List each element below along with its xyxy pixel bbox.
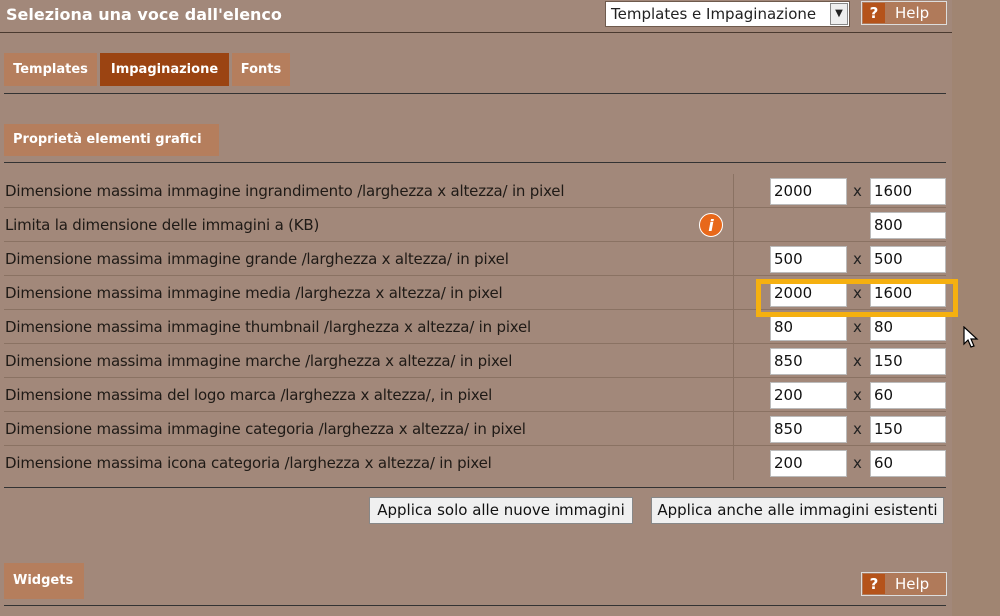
width-input[interactable]: 200 [770,382,847,409]
table-row: Dimensione massima immagine ingrandiment… [4,174,946,208]
help-icon: ? [863,3,885,23]
size-limit-input[interactable]: 800 [870,212,946,239]
row-label: Dimensione massima immagine marche /larg… [5,352,513,370]
height-input[interactable]: 150 [870,416,946,443]
help-label: Help [895,575,930,593]
help-button-bottom[interactable]: ? Help [861,572,947,596]
table-divider [4,487,946,488]
table-row: Dimensione massima immagine categoria /l… [4,412,946,446]
row-label: Dimensione massima immagine categoria /l… [5,420,526,438]
tab-fonts[interactable]: Fonts [232,53,290,86]
height-input[interactable]: 80 [870,314,946,341]
width-input[interactable]: 850 [770,416,847,443]
table-row: Dimensione massima immagine marche /larg… [4,344,946,378]
times-sign: x [853,250,862,268]
row-label: Dimensione massima del logo marca /largh… [5,386,493,404]
section-header-graphic-properties[interactable]: Proprietà elementi grafici [4,124,219,156]
mouse-cursor-icon [963,326,979,348]
width-input[interactable]: 500 [770,246,847,273]
section-header-widgets[interactable]: Widgets [4,563,84,599]
page-title: Seleziona una voce dall'elenco [6,5,282,24]
height-input[interactable]: 60 [870,450,946,477]
table-row: Dimensione massima immagine media /largh… [4,276,946,310]
height-input[interactable]: 60 [870,382,946,409]
height-input[interactable]: 1600 [870,178,946,205]
height-input[interactable]: 500 [870,246,946,273]
height-input[interactable]: 150 [870,348,946,375]
times-sign: x [853,352,862,370]
table-row: Dimensione massima immagine grande /larg… [4,242,946,276]
times-sign: x [853,420,862,438]
times-sign: x [853,318,862,336]
width-input[interactable]: 200 [770,450,847,477]
row-label: Dimensione massima immagine thumbnail /l… [5,318,532,336]
width-input[interactable]: 2000 [770,280,847,307]
chevron-down-icon[interactable]: ▼ [830,3,848,25]
row-label: Dimensione massima immagine ingrandiment… [5,182,565,200]
settings-panel: Seleziona una voce dall'elenco Templates… [0,0,958,616]
times-sign: x [853,454,862,472]
row-label: Dimensione massima icona categoria /larg… [5,454,492,472]
times-sign: x [853,386,862,404]
times-sign: x [853,182,862,200]
width-input[interactable]: 850 [770,348,847,375]
table-row: Dimensione massima del logo marca /largh… [4,378,946,412]
table-row: Dimensione massima icona categoria /larg… [4,446,946,480]
section-select[interactable]: Templates e Impaginazione ▼ [605,1,850,27]
height-input[interactable]: 1600 [870,280,946,307]
help-icon: ? [863,574,885,594]
tab-impaginazione[interactable]: Impaginazione [100,53,229,86]
times-sign: x [853,284,862,302]
help-button-top[interactable]: ? Help [861,1,947,25]
tab-templates[interactable]: Templates [4,53,97,86]
apply-new-images-button[interactable]: Applica solo alle nuove immagini [369,497,633,524]
section-divider [4,162,946,163]
table-row: Dimensione massima immagine thumbnail /l… [4,310,946,344]
header-divider [0,32,952,33]
width-input[interactable]: 80 [770,314,847,341]
info-icon[interactable]: i [699,213,723,237]
width-input[interactable]: 2000 [770,178,847,205]
table-row: Limita la dimensione delle immagini a (K… [4,208,946,242]
apply-all-images-button[interactable]: Applica anche alle immagini esistenti [651,497,944,524]
row-label: Dimensione massima immagine grande /larg… [5,250,509,268]
section-select-value: Templates e Impaginazione [611,5,817,23]
bottom-divider [4,605,946,606]
row-label: Dimensione massima immagine media /largh… [5,284,503,302]
help-label: Help [895,4,930,22]
tabs-divider [4,93,946,94]
row-label: Limita la dimensione delle immagini a (K… [5,216,320,234]
settings-table: Dimensione massima immagine ingrandiment… [4,174,946,480]
